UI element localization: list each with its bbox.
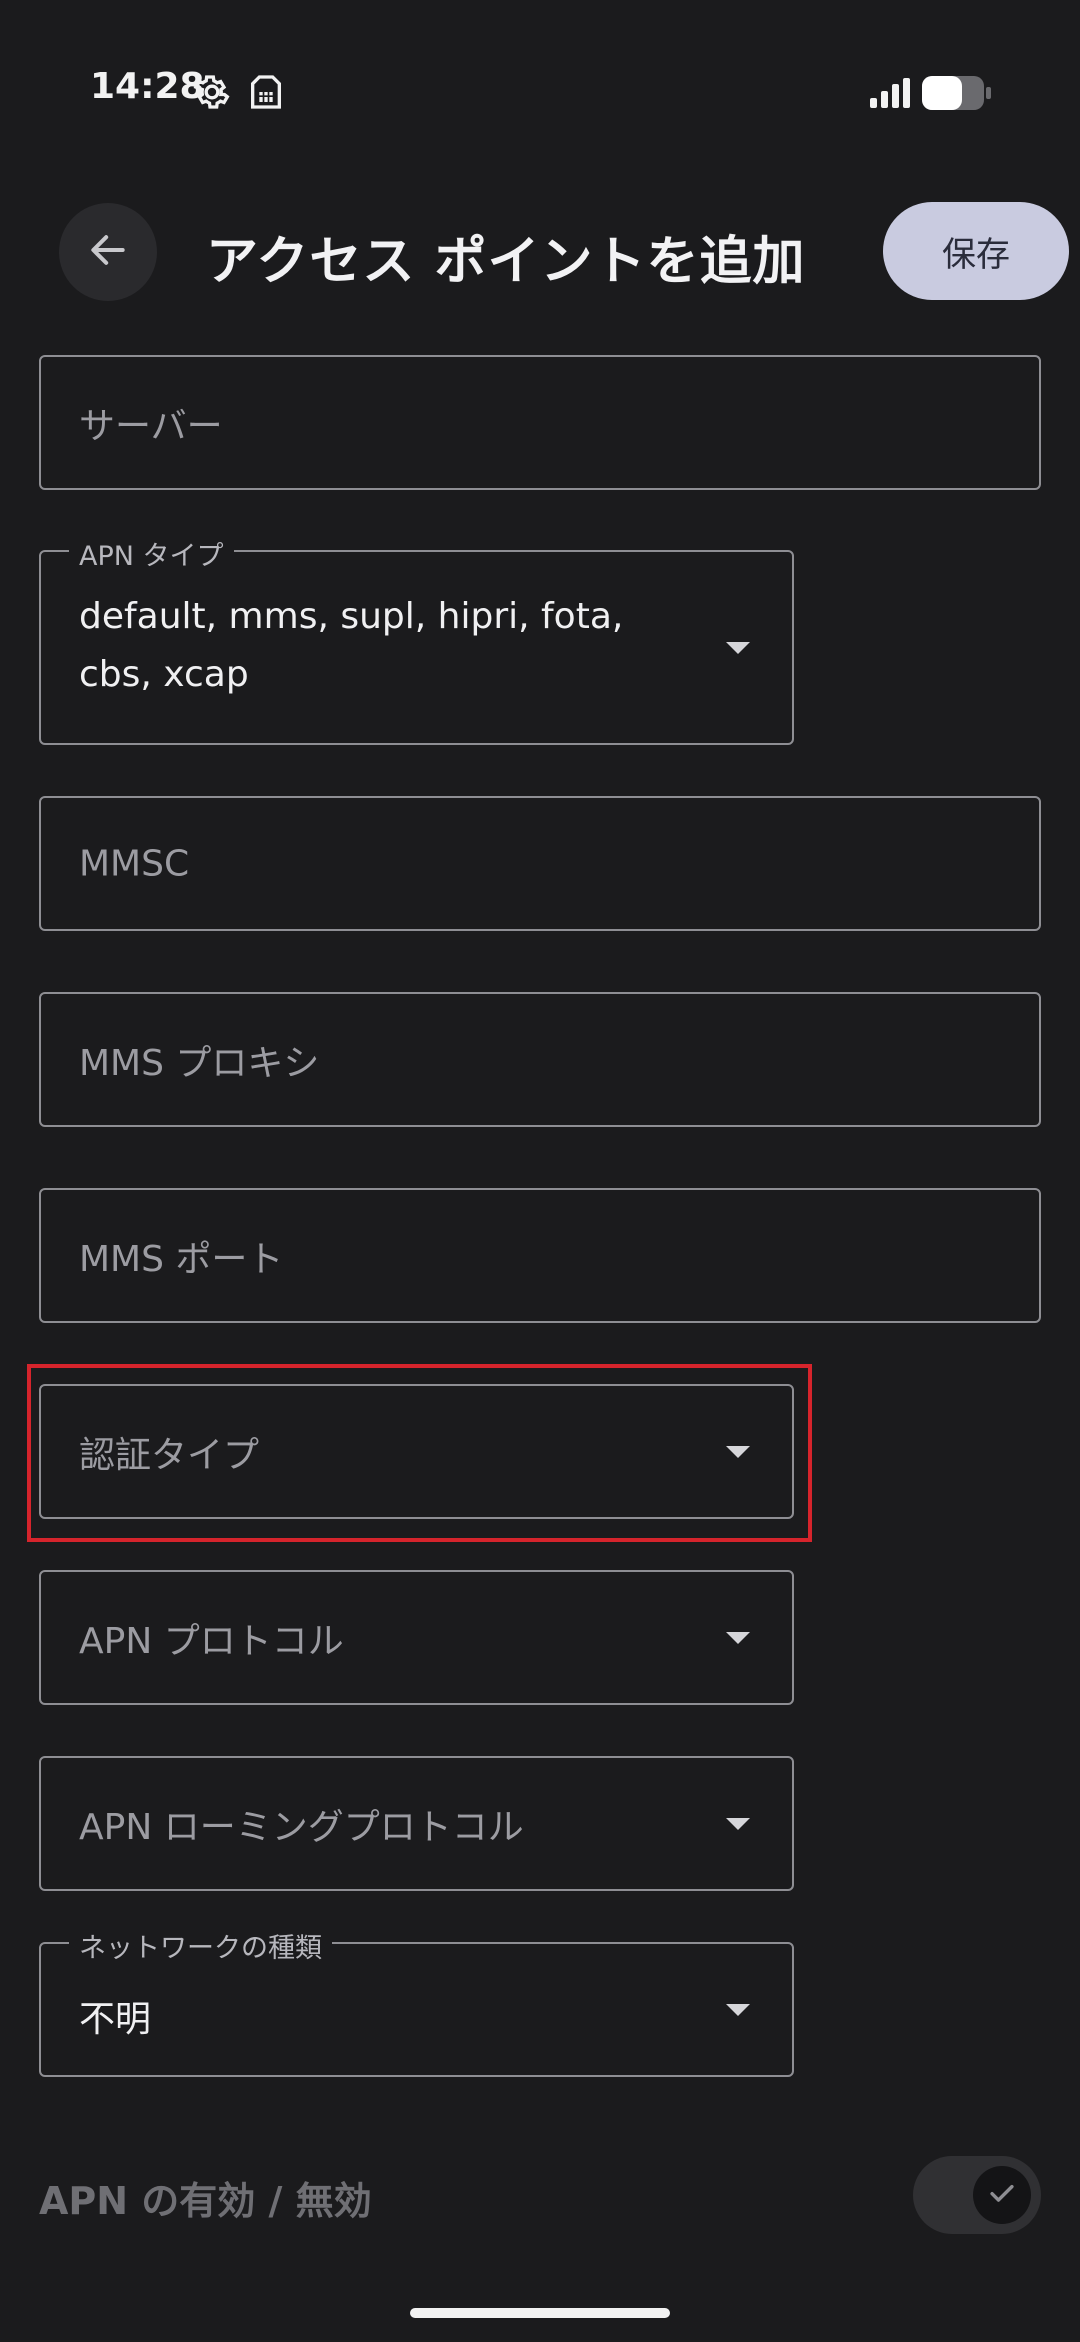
back-button[interactable] [59, 203, 157, 301]
chevron-down-icon [726, 1631, 750, 1644]
sim-card-icon [246, 72, 286, 112]
mmsc-field[interactable]: MMSC [39, 796, 1041, 931]
apn-roaming-protocol-dropdown[interactable]: APN ローミングプロトコル [39, 1756, 794, 1891]
apn-type-label: APN タイプ [69, 534, 234, 573]
signal-icon [870, 78, 912, 108]
chevron-down-icon [726, 2003, 750, 2016]
auth-type-dropdown[interactable]: 認証タイプ [39, 1384, 794, 1519]
app-bar: アクセス ポイントを追加 保存 [0, 195, 1080, 310]
network-type-label: ネットワークの種類 [69, 1926, 332, 1965]
toggle-knob [973, 2166, 1031, 2224]
mms-port-placeholder: MMS ポート [79, 1238, 284, 1280]
page-title: アクセス ポイントを追加 [206, 232, 806, 292]
status-time: 14:28 [90, 66, 205, 107]
check-icon [985, 2176, 1019, 2214]
mms-port-field[interactable]: MMS ポート [39, 1188, 1041, 1323]
status-bar: 14:28 [0, 0, 1080, 180]
save-button[interactable]: 保存 [883, 202, 1069, 300]
chevron-down-icon [726, 1445, 750, 1458]
apn-enable-toggle[interactable] [913, 2156, 1041, 2234]
arrow-left-icon [86, 228, 130, 276]
mms-proxy-placeholder: MMS プロキシ [79, 1042, 320, 1084]
server-placeholder: サーバー [79, 405, 223, 447]
settings-icon [192, 72, 232, 112]
auth-type-placeholder: 認証タイプ [79, 1434, 260, 1476]
apn-roaming-protocol-placeholder: APN ローミングプロトコル [79, 1806, 524, 1848]
apn-enable-row: APN の有効 / 無効 [39, 2150, 1041, 2240]
apn-enable-label: APN の有効 / 無効 [39, 2179, 372, 2223]
apn-protocol-dropdown[interactable]: APN プロトコル [39, 1570, 794, 1705]
home-indicator[interactable] [410, 2308, 670, 2318]
chevron-down-icon [726, 641, 750, 654]
chevron-down-icon [726, 1817, 750, 1830]
apn-protocol-placeholder: APN プロトコル [79, 1620, 344, 1662]
mmsc-placeholder: MMSC [79, 843, 190, 884]
apn-type-value-line2: cbs, xcap [79, 654, 249, 695]
server-field[interactable]: サーバー [39, 355, 1041, 490]
apn-type-value-line1: default, mms, supl, hipri, fota, [79, 596, 624, 637]
apn-type-dropdown[interactable]: APN タイプ default, mms, supl, hipri, fota,… [39, 534, 794, 745]
network-type-dropdown[interactable]: ネットワークの種類 不明 [39, 1926, 794, 2077]
mms-proxy-field[interactable]: MMS プロキシ [39, 992, 1041, 1127]
battery-icon [922, 76, 992, 110]
network-type-value: 不明 [79, 1999, 152, 2040]
